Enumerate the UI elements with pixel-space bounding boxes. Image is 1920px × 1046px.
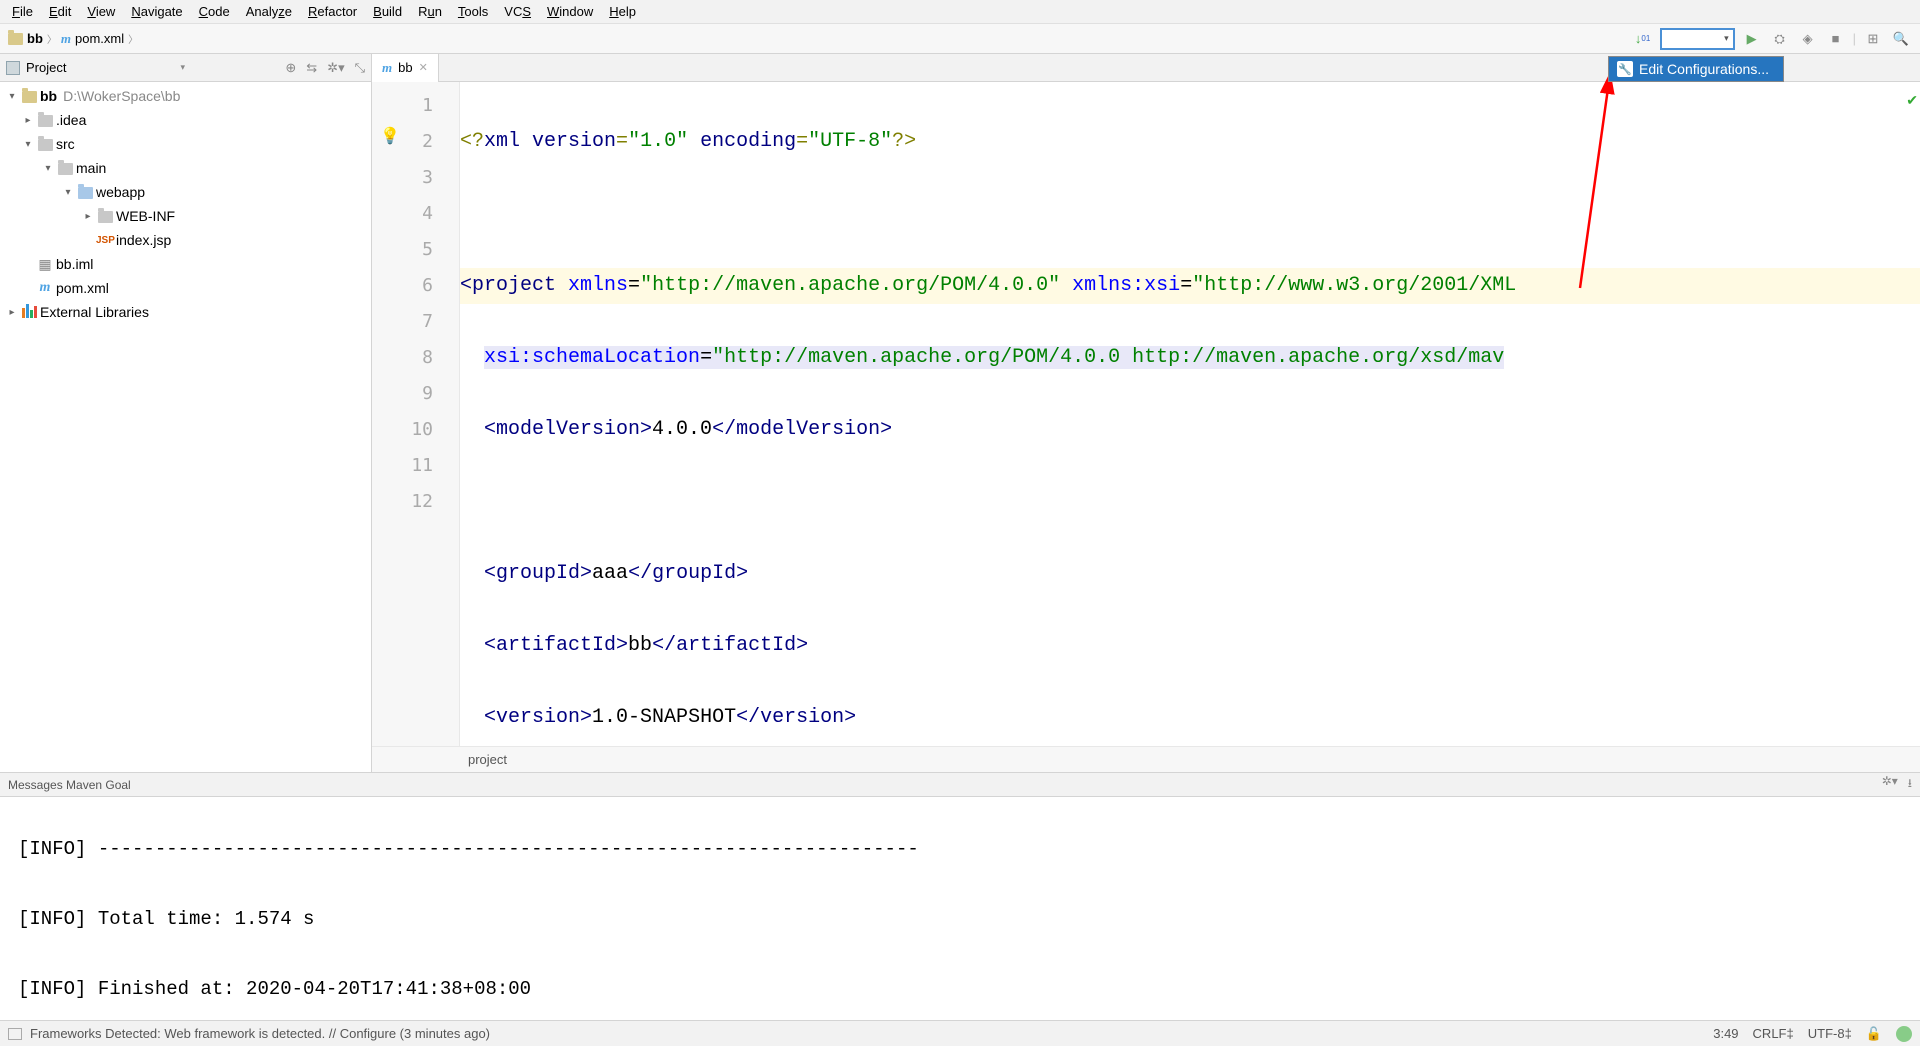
- menu-tools[interactable]: Tools: [450, 2, 496, 21]
- editor-body[interactable]: 123 456 789 101112 💡 <?xml version="1.0"…: [372, 82, 1920, 746]
- tree-webapp[interactable]: ▾ webapp: [0, 180, 371, 204]
- lock-icon[interactable]: 🔓: [1866, 1026, 1882, 1042]
- breadcrumb: bb 〉 m pom.xml 〉: [8, 31, 138, 47]
- menu-edit[interactable]: Edit: [41, 2, 79, 21]
- menu-build[interactable]: Build: [365, 2, 410, 21]
- menu-help[interactable]: Help: [601, 2, 644, 21]
- gear-icon[interactable]: ✲▾: [327, 60, 344, 76]
- editor-tab-label: bb: [398, 60, 412, 75]
- menu-view[interactable]: View: [79, 2, 123, 21]
- menu-bar: File Edit View Navigate Code Analyze Ref…: [0, 0, 1920, 24]
- stop-icon[interactable]: ■: [1825, 28, 1847, 50]
- project-view-icon: [6, 61, 20, 75]
- target-icon[interactable]: ⊕: [285, 60, 296, 76]
- gear-icon[interactable]: ✲▾: [1882, 774, 1898, 795]
- messages-tool-window: Messages Maven Goal ✲▾ ⭳ [INFO] --------…: [0, 772, 1920, 1020]
- menu-code[interactable]: Code: [191, 2, 238, 21]
- download-icon[interactable]: ⭳: [1908, 774, 1912, 795]
- code-content[interactable]: <?xml version="1.0" encoding="UTF-8"?> <…: [460, 82, 1920, 746]
- tree-root[interactable]: ▾ bbD:\WokerSpace\bb: [0, 84, 371, 108]
- tree-main[interactable]: ▾ main: [0, 156, 371, 180]
- wrench-icon: 🔧: [1617, 61, 1633, 77]
- status-line-separator[interactable]: CRLF‡: [1753, 1026, 1794, 1041]
- project-tree: ▾ bbD:\WokerSpace\bb ▸ .idea ▾ src ▾ mai…: [0, 82, 371, 326]
- tool-windows-icon[interactable]: [8, 1028, 22, 1040]
- menu-refactor[interactable]: Refactor: [300, 2, 365, 21]
- search-icon[interactable]: 🔍: [1890, 28, 1912, 50]
- tree-webinf[interactable]: ▸ WEB-INF: [0, 204, 371, 228]
- tree-pomxml[interactable]: m pom.xml: [0, 276, 371, 300]
- maven-icon: m: [61, 31, 71, 47]
- chevron-down-icon: ▾: [1724, 33, 1729, 44]
- messages-title: Messages Maven Goal: [8, 778, 131, 792]
- run-config-dropdown: 🔧 Edit Configurations...: [1608, 56, 1784, 82]
- close-icon[interactable]: ✕: [419, 61, 428, 74]
- maven-icon: m: [382, 60, 392, 76]
- status-message[interactable]: Frameworks Detected: Web framework is de…: [30, 1026, 490, 1041]
- breadcrumb-file[interactable]: pom.xml: [75, 31, 124, 46]
- menu-analyze[interactable]: Analyze: [238, 2, 300, 21]
- edit-configurations-item[interactable]: 🔧 Edit Configurations...: [1609, 57, 1783, 81]
- run-configuration-combo[interactable]: ▾: [1660, 28, 1735, 50]
- folder-icon: [8, 33, 23, 45]
- toolbar-right: ↓01 ▾ ▶ ⛭ ◈ ■ | ⊞ 🔍: [1632, 28, 1912, 50]
- menu-run[interactable]: Run: [410, 2, 450, 21]
- menu-window[interactable]: Window: [539, 2, 601, 21]
- project-panel-header: Project ▾ ⊕ ⇆ ✲▾ ⤡: [0, 54, 371, 82]
- intention-bulb-icon[interactable]: 💡: [380, 126, 400, 146]
- project-tool-window: Project ▾ ⊕ ⇆ ✲▾ ⤡ ▾ bbD:\WokerSpace\bb …: [0, 54, 372, 772]
- menu-file[interactable]: File: [4, 2, 41, 21]
- editor-area: m bb ✕ 123 456 789 101112 💡 <?xml versio…: [372, 54, 1920, 772]
- coverage-icon[interactable]: ◈: [1797, 28, 1819, 50]
- chevron-icon: 〉: [128, 31, 138, 46]
- status-position[interactable]: 3:49: [1713, 1026, 1738, 1041]
- tree-external-libraries[interactable]: ▸ External Libraries: [0, 300, 371, 324]
- chevron-down-icon[interactable]: ▾: [72, 62, 185, 73]
- menu-vcs[interactable]: VCS: [496, 2, 539, 21]
- chevron-icon: 〉: [47, 31, 57, 46]
- status-encoding[interactable]: UTF-8‡: [1808, 1026, 1852, 1041]
- debug-icon[interactable]: ⛭: [1769, 28, 1791, 50]
- inspection-ok-icon: ✔: [1906, 92, 1918, 109]
- messages-output[interactable]: [INFO] ---------------------------------…: [0, 797, 1920, 1020]
- breadcrumb-project[interactable]: bb: [27, 31, 43, 46]
- project-panel-title: Project: [26, 60, 66, 75]
- tree-indexjsp[interactable]: JSP index.jsp: [0, 228, 371, 252]
- tree-idea[interactable]: ▸ .idea: [0, 108, 371, 132]
- navigation-bar: bb 〉 m pom.xml 〉 ↓01 ▾ ▶ ⛭ ◈ ■ | ⊞ 🔍: [0, 24, 1920, 54]
- update-icon[interactable]: ↓01: [1632, 28, 1654, 50]
- gutter: 123 456 789 101112: [372, 82, 460, 746]
- run-icon[interactable]: ▶: [1741, 28, 1763, 50]
- edit-configurations-label: Edit Configurations...: [1639, 61, 1769, 77]
- editor-breadcrumb[interactable]: project: [372, 746, 1920, 772]
- editor-tab-bb[interactable]: m bb ✕: [372, 54, 439, 82]
- tree-bbiml[interactable]: ▦ bb.iml: [0, 252, 371, 276]
- structure-icon[interactable]: ⊞: [1862, 28, 1884, 50]
- tree-src[interactable]: ▾ src: [0, 132, 371, 156]
- status-bar: Frameworks Detected: Web framework is de…: [0, 1020, 1920, 1046]
- collapse-icon[interactable]: ⇆: [306, 60, 317, 76]
- hector-icon[interactable]: [1896, 1026, 1912, 1042]
- hide-icon[interactable]: ⤡: [355, 60, 365, 76]
- menu-navigate[interactable]: Navigate: [123, 2, 190, 21]
